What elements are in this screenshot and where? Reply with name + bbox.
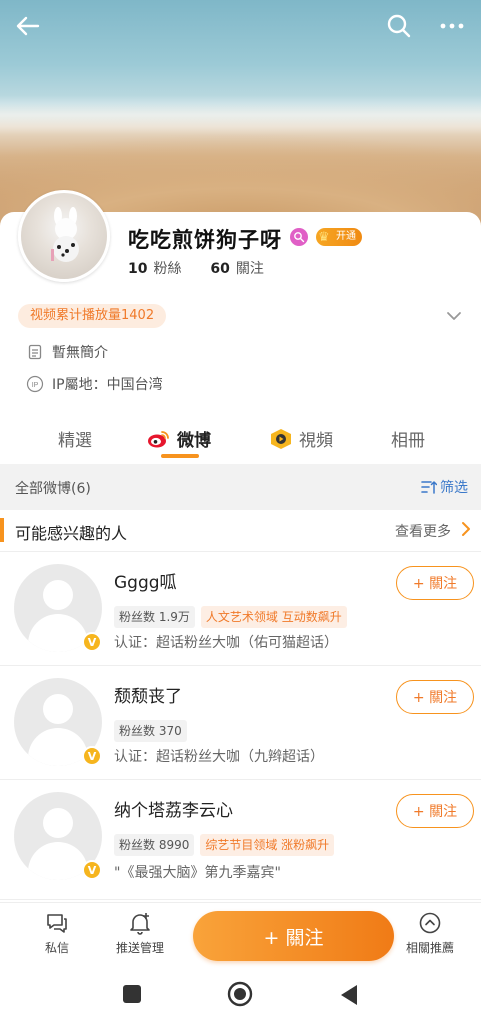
user-name[interactable]: 纳个塔荔李云心	[114, 796, 233, 821]
verified-icon: V	[82, 860, 102, 880]
bottom-action-bar: 私信 推送管理 + 關注 相關推薦	[0, 902, 481, 968]
message-button[interactable]: 私信	[17, 911, 97, 956]
chat-icon	[45, 911, 69, 935]
profile-tabs: 精選 微博 視頻 相冊	[0, 416, 481, 464]
intro-text: 暫無簡介	[52, 345, 108, 361]
following-stat[interactable]: 60 關注	[210, 261, 263, 277]
related-label: 相關推薦	[405, 941, 454, 955]
follow-button[interactable]: + 關注	[396, 680, 474, 714]
user-tags: 粉丝数 1.9万 人文艺术领域 互动数飙升	[114, 606, 347, 628]
fans-count-tag: 粉丝数 8990	[114, 834, 195, 856]
active-tab-indicator	[161, 454, 199, 458]
following-label: 關注	[235, 261, 264, 277]
tab-album-label: 相冊	[391, 431, 425, 451]
push-settings-button[interactable]: 推送管理	[100, 911, 180, 956]
ip-row: IP IP屬地：中国台湾	[26, 373, 163, 395]
filter-bar: 全部微博(6) 筛选	[0, 464, 481, 510]
filter-icon	[421, 479, 437, 495]
intro-row: 暫無簡介	[26, 341, 108, 363]
recommend-user[interactable]: V Gggg呱 粉丝数 1.9万 人文艺术领域 互动数飙升 认证：超话粉丝大咖（…	[0, 552, 481, 666]
chevron-circle-icon	[418, 911, 442, 935]
user-name[interactable]: 颓颓丧了	[114, 682, 182, 707]
fans-count: 10	[128, 261, 148, 277]
domain-tag: 综艺节目领域 涨粉飙升	[200, 834, 335, 856]
tab-weibo[interactable]: 微博	[147, 426, 211, 451]
vip-open-label: 开通	[336, 231, 356, 242]
tab-album[interactable]: 相冊	[391, 426, 425, 451]
fans-count-tag: 粉丝数 370	[114, 720, 187, 742]
tab-video[interactable]: 視頻	[269, 426, 333, 451]
document-icon	[26, 343, 44, 361]
user-name[interactable]: Gggg呱	[114, 568, 177, 593]
domain-tag: 人文艺术领域 互动数飙升	[200, 606, 347, 628]
recommend-title: 可能感兴趣的人	[15, 524, 128, 543]
tab-featured[interactable]: 精選	[58, 426, 92, 451]
tab-weibo-label: 微博	[177, 431, 211, 451]
section-accent-bar	[0, 518, 4, 542]
user-tags: 粉丝数 370	[114, 720, 187, 742]
profile-page: 吃吃煎饼狗子呀 ♛ 开通 10 粉絲 60 關注 视频累计播放量1402 暫無簡介 …	[0, 0, 481, 1024]
more-icon[interactable]	[438, 12, 466, 40]
bunny-doll-image	[51, 207, 79, 262]
recommend-user[interactable]: V 颓颓丧了 粉丝数 370 认证：超话粉丝大咖（九辫超话） + 關注	[0, 666, 481, 780]
user-desc: 认证：超话粉丝大咖（九辫超话）	[114, 749, 324, 765]
crown-icon: ♛	[318, 230, 330, 245]
recent-apps-icon[interactable]	[122, 984, 142, 1008]
all-weibo-label[interactable]: 全部微博(6)	[15, 478, 91, 498]
push-label: 推送管理	[115, 941, 164, 955]
user-tags: 粉丝数 8990 综艺节目领域 涨粉飙升	[114, 834, 335, 856]
system-navigation-bar	[0, 968, 481, 1024]
verified-icon: V	[82, 632, 102, 652]
tab-featured-label: 精選	[58, 431, 92, 451]
profile-stats: 10 粉絲 60 關注	[128, 258, 264, 278]
ip-text: IP屬地：中国台湾	[52, 377, 163, 393]
fans-stat[interactable]: 10 粉絲	[128, 261, 181, 277]
filter-label: 筛选	[440, 480, 468, 496]
ip-icon: IP	[26, 375, 44, 393]
user-desc: "《最强大脑》第九季嘉宾"	[114, 865, 281, 881]
chevron-down-icon[interactable]	[444, 306, 464, 326]
back-arrow-icon[interactable]	[14, 12, 42, 40]
bell-plus-icon	[128, 911, 152, 935]
vip-level-icon[interactable]	[290, 228, 308, 246]
tab-video-label: 視頻	[299, 431, 333, 451]
filter-button[interactable]: 筛选	[421, 477, 468, 497]
back-triangle-icon[interactable]	[339, 984, 359, 1010]
cover-wave	[0, 95, 481, 135]
svg-text:IP: IP	[32, 382, 39, 389]
video-icon	[269, 428, 293, 450]
home-icon[interactable]	[227, 981, 253, 1011]
message-label: 私信	[44, 941, 69, 955]
profile-name: 吃吃煎饼狗子呀	[128, 228, 282, 252]
recommend-header: 可能感兴趣的人 查看更多	[0, 510, 481, 552]
play-count-tag[interactable]: 视频累计播放量1402	[18, 304, 167, 328]
main-follow-button[interactable]: + 關注	[193, 911, 394, 961]
related-recommend-button[interactable]: 相關推薦	[390, 911, 470, 956]
follow-button[interactable]: + 關注	[396, 566, 474, 600]
fans-count-tag: 粉丝数 1.9万	[114, 606, 195, 628]
avatar[interactable]	[18, 190, 110, 282]
recommend-user[interactable]: V 纳个塔荔李云心 粉丝数 8990 综艺节目领域 涨粉飙升 "《最强大脑》第九…	[0, 780, 481, 900]
user-desc: 认证：超话粉丝大咖（佑可猫超话）	[114, 635, 338, 651]
verified-icon: V	[82, 746, 102, 766]
following-count: 60	[210, 261, 230, 277]
follow-button[interactable]: + 關注	[396, 794, 474, 828]
see-more-link[interactable]: 查看更多	[395, 521, 451, 541]
weibo-icon	[147, 429, 171, 449]
search-icon[interactable]	[385, 12, 413, 40]
vip-open-badge[interactable]: ♛ 开通	[316, 228, 362, 246]
chevron-right-icon[interactable]	[460, 520, 472, 542]
fans-label: 粉絲	[153, 261, 182, 277]
